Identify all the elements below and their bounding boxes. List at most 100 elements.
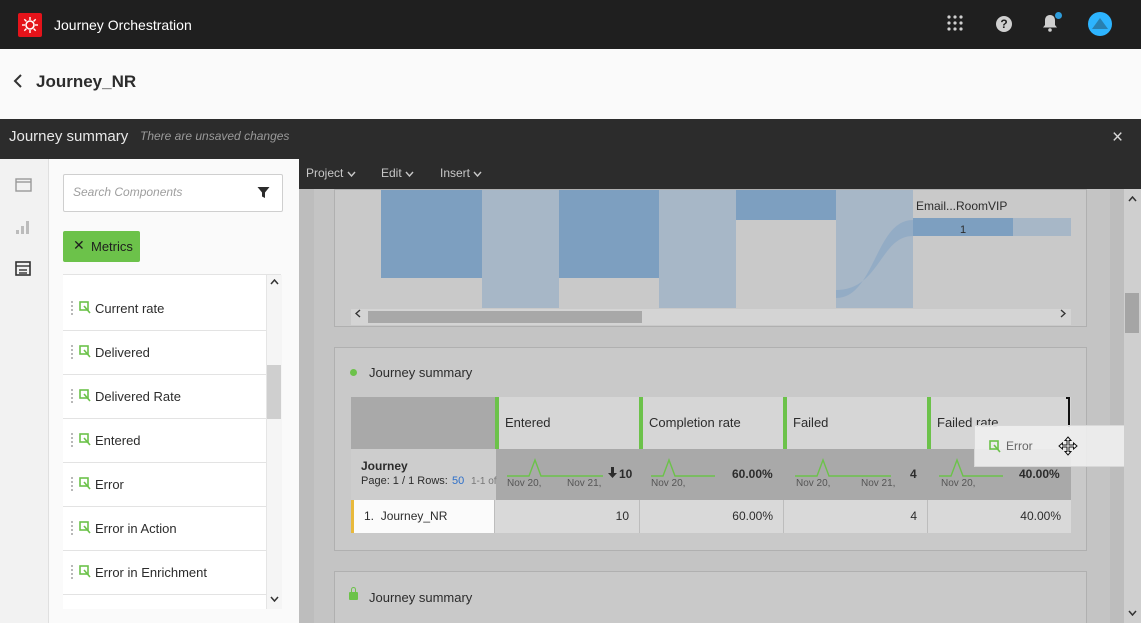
scroll-left-icon[interactable] [354, 309, 361, 321]
lock-icon [349, 587, 358, 600]
component-item[interactable]: Delivered Rate [63, 375, 266, 419]
journey-title: Journey_NR [36, 72, 137, 91]
metrics-filter-tag[interactable]: ✕ Metrics [63, 231, 140, 262]
components-scroll-thumb[interactable] [267, 365, 281, 419]
flow-node [736, 190, 836, 220]
journey-header [0, 49, 1141, 119]
sparkline-entered [507, 458, 603, 477]
panel-title[interactable]: Journey summary [369, 365, 472, 380]
spark-date-end: Nov 21, [567, 478, 602, 489]
metric-icon [79, 345, 91, 358]
component-item[interactable]: Error in Action [63, 507, 266, 551]
table-cell: 40.00% [927, 500, 1071, 533]
dragged-component-label: Error [1006, 439, 1033, 453]
component-label: Error [95, 477, 124, 492]
drag-handle-icon[interactable] [71, 389, 73, 403]
row-index: 1. [364, 509, 375, 523]
column-header-failed[interactable]: Failed [783, 397, 927, 449]
metric-icon [79, 477, 91, 490]
move-cursor-icon [1058, 436, 1078, 456]
visualizations-icon[interactable] [15, 219, 33, 235]
flow-node [659, 190, 736, 308]
menu-edit[interactable]: Edit [381, 166, 414, 180]
chevron-down-icon [347, 171, 356, 178]
column-header-entered[interactable]: Entered [495, 397, 639, 449]
component-label: Error in Enrichment [95, 565, 207, 580]
rows-per-page[interactable]: 50 [452, 475, 464, 487]
component-item[interactable]: Error in Enrichment [63, 551, 266, 595]
menu-insert[interactable]: Insert [440, 166, 482, 180]
scroll-down-icon[interactable] [1128, 608, 1137, 619]
scroll-up-icon[interactable] [270, 277, 279, 288]
help-icon[interactable]: ? [994, 14, 1014, 34]
status-dot-icon [350, 369, 357, 376]
drag-handle-icon[interactable] [71, 433, 73, 447]
workspace-scroll-thumb[interactable] [1125, 293, 1139, 333]
pagination-text: Page: 1 / 1 Rows: [361, 475, 448, 487]
components-list: Current rate Delivered Delivered Rate Enter… [63, 275, 266, 609]
spark-date-start: Nov 20, [941, 478, 976, 489]
sort-down-icon[interactable] [608, 467, 617, 481]
remove-filter-icon[interactable]: ✕ [73, 237, 85, 254]
column-header-completion-rate[interactable]: Completion rate [639, 397, 783, 449]
flow-scroll-thumb[interactable] [368, 311, 642, 323]
workspace-scrollbar[interactable] [1124, 189, 1141, 623]
scroll-up-icon[interactable] [1128, 194, 1137, 205]
drag-handle-icon[interactable] [71, 565, 73, 579]
range-text: 1-1 of [471, 476, 497, 487]
apps-grid-icon[interactable] [946, 14, 966, 34]
drag-handle-icon[interactable] [71, 477, 73, 491]
components-scrollbar[interactable] [266, 275, 282, 609]
metric-icon [989, 440, 1001, 453]
chevron-down-icon [473, 171, 482, 178]
sparkline-completion-rate [651, 458, 715, 477]
spark-date-start: Nov 20, [507, 478, 542, 489]
components-icon[interactable] [15, 261, 33, 277]
metric-icon [79, 521, 91, 534]
flow-node-label: Email...RoomVIP [916, 199, 1008, 213]
summary-value-entered: 10 [619, 467, 633, 481]
component-item[interactable]: Error [63, 463, 266, 507]
flow-node [482, 190, 559, 308]
spark-date-start: Nov 20, [651, 478, 686, 489]
component-label: Delivered Rate [95, 389, 181, 404]
drag-handle-icon[interactable] [71, 521, 73, 535]
close-icon[interactable]: × [1112, 128, 1123, 148]
component-label: Error in Action [95, 521, 177, 536]
drop-position-marker [1066, 397, 1070, 427]
dragged-component[interactable]: Error [974, 425, 1141, 467]
table-cell: 10 [494, 500, 639, 533]
user-avatar[interactable] [1088, 12, 1112, 36]
drag-handle-icon[interactable] [71, 301, 73, 315]
back-chevron-icon[interactable] [13, 74, 23, 93]
summary-value-failed-rate: 40.00% [1019, 467, 1060, 481]
flow-node [559, 190, 659, 278]
summary-value-failed: 4 [910, 467, 917, 481]
flow-node [1013, 218, 1071, 236]
component-item[interactable]: Delivered [63, 331, 266, 375]
metric-icon [79, 301, 91, 314]
app-title: Journey Orchestration [54, 17, 192, 33]
panels-icon[interactable] [15, 178, 33, 194]
component-item[interactable]: Entered [63, 419, 266, 463]
menu-project[interactable]: Project [306, 166, 356, 180]
scroll-down-icon[interactable] [270, 594, 279, 605]
flow-node-value: 1 [960, 224, 967, 236]
panel-title-2[interactable]: Journey summary [369, 590, 472, 605]
dimension-title: Journey [361, 459, 408, 473]
adobe-logo-icon[interactable] [18, 13, 42, 37]
component-label: Entered [95, 433, 141, 448]
unsaved-changes-notice: There are unsaved changes [140, 129, 290, 143]
row-dimension-cell[interactable]: 1. Journey_NR [351, 500, 494, 533]
notification-badge [1055, 12, 1062, 19]
component-item[interactable]: Current rate [63, 287, 266, 331]
notifications-bell-icon[interactable] [1042, 12, 1062, 34]
filter-funnel-icon[interactable] [257, 186, 270, 204]
workspace-menubar [299, 159, 1141, 189]
component-label: Current rate [95, 301, 165, 316]
drag-handle-icon[interactable] [71, 345, 73, 359]
metric-icon [79, 433, 91, 446]
scroll-right-icon[interactable] [1060, 309, 1067, 321]
spark-date-start: Nov 20, [796, 478, 831, 489]
flow-node [381, 190, 482, 278]
